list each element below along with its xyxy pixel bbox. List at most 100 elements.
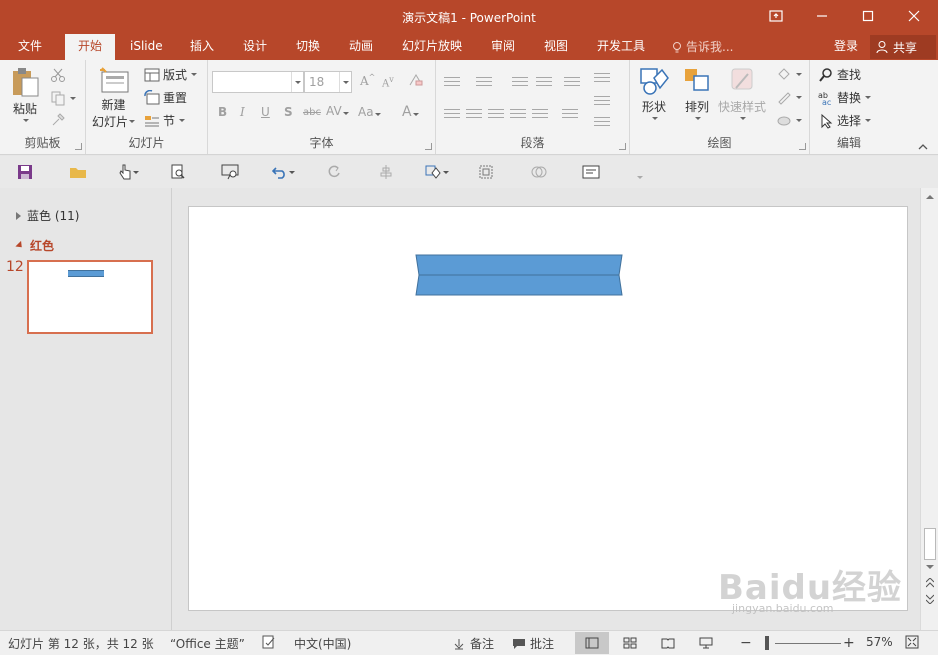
share-button[interactable]: 共享 (870, 35, 936, 59)
vertical-scrollbar[interactable] (920, 188, 938, 630)
print-preview-button[interactable] (170, 163, 190, 181)
distributed-icon[interactable] (532, 106, 548, 120)
copy-button[interactable] (50, 90, 76, 106)
decrease-indent-icon[interactable] (512, 74, 528, 88)
line-spacing-icon[interactable] (564, 74, 580, 88)
clear-format-button[interactable] (408, 73, 424, 90)
zoom-level[interactable]: 57% (866, 635, 893, 649)
font-color-button[interactable]: A (402, 104, 419, 120)
numbering-icon[interactable] (476, 74, 492, 88)
align-left-icon[interactable] (444, 106, 460, 120)
tab-islide[interactable]: iSlide (122, 34, 171, 60)
slideshow-button[interactable] (221, 163, 241, 181)
bold-button[interactable]: B (218, 105, 227, 119)
scroll-up-icon[interactable] (926, 193, 934, 201)
notes-button[interactable]: 备注 (452, 635, 494, 652)
ribbon-display-options-button[interactable] (762, 4, 790, 28)
section-blue[interactable]: 蓝色 (11) (16, 207, 79, 224)
paragraph-launcher[interactable] (619, 143, 626, 150)
align-center-icon[interactable] (466, 106, 482, 120)
section-red[interactable]: 红色 (15, 237, 54, 254)
previous-slide-icon[interactable] (926, 578, 934, 588)
redo-button[interactable] (326, 163, 346, 181)
clipboard-launcher[interactable] (75, 143, 82, 150)
spell-check-button[interactable] (262, 635, 276, 649)
next-slide-icon[interactable] (926, 594, 934, 604)
save-button[interactable] (17, 163, 37, 181)
tab-file[interactable]: 文件 (10, 34, 50, 60)
new-slide-button[interactable]: 新建 幻灯片 (92, 66, 136, 130)
tab-slideshow[interactable]: 幻灯片放映 (394, 34, 470, 60)
char-spacing-button[interactable]: AV (326, 104, 349, 118)
increase-indent-icon[interactable] (536, 74, 552, 88)
tab-developer[interactable]: 开发工具 (589, 34, 653, 60)
tab-home[interactable]: 开始 (65, 34, 115, 60)
customize-qat-button[interactable] (636, 168, 656, 186)
merge-shapes-button[interactable] (530, 163, 550, 181)
group-button[interactable] (478, 163, 498, 181)
paste-button[interactable]: 粘贴 (10, 66, 40, 122)
text-box-button[interactable] (582, 163, 602, 181)
font-name-box[interactable] (212, 71, 304, 93)
tell-me-box[interactable]: 告诉我... (672, 34, 733, 60)
align-right-icon[interactable] (488, 106, 504, 120)
slideshow-view-button[interactable] (689, 632, 723, 654)
shape-effects-button[interactable] (776, 112, 802, 128)
decrease-font-button[interactable]: Av (382, 75, 394, 89)
italic-button[interactable]: I (240, 105, 245, 119)
cut-button[interactable] (50, 67, 66, 83)
fit-to-window-button[interactable] (905, 635, 919, 649)
smartart-icon[interactable] (594, 114, 610, 128)
zoom-slider-thumb[interactable] (765, 636, 769, 650)
change-case-button[interactable]: Aa (358, 105, 381, 119)
quick-styles-button[interactable]: 快速样式 (718, 66, 766, 120)
open-button[interactable] (69, 163, 89, 181)
font-launcher[interactable] (425, 143, 432, 150)
slide-thumbnail[interactable] (27, 260, 153, 334)
align-objects-button[interactable] (378, 163, 398, 181)
columns-icon[interactable] (562, 106, 578, 120)
undo-button[interactable] (272, 163, 302, 181)
comments-button[interactable]: 批注 (512, 635, 554, 652)
find-button[interactable]: 查找 (818, 66, 861, 83)
tab-animations[interactable]: 动画 (341, 34, 381, 60)
touch-mode-button[interactable] (118, 163, 148, 181)
reading-view-button[interactable] (651, 632, 685, 654)
slide-sorter-button[interactable] (613, 632, 647, 654)
insert-shape-button[interactable] (424, 163, 454, 181)
language-indicator[interactable]: 中文(中国) (294, 635, 351, 652)
shape-outline-button[interactable] (776, 89, 802, 105)
maximize-button[interactable] (854, 4, 882, 28)
format-painter-button[interactable] (50, 112, 66, 128)
underline-button[interactable]: U (261, 105, 270, 119)
replace-button[interactable]: ab ac 替换 (818, 89, 872, 106)
tab-view[interactable]: 视图 (536, 34, 576, 60)
reset-button[interactable]: 重置 (144, 89, 187, 106)
zoom-in-button[interactable]: + (843, 635, 855, 651)
layout-button[interactable]: 版式 (144, 66, 198, 83)
strikethrough-button[interactable]: abc (303, 107, 321, 118)
scroll-thumb[interactable] (924, 528, 936, 560)
shadow-button[interactable]: S (284, 105, 293, 119)
tab-transitions[interactable]: 切换 (288, 34, 328, 60)
arrange-button[interactable]: 排列 (682, 66, 712, 120)
close-button[interactable] (900, 4, 928, 28)
normal-view-button[interactable] (575, 632, 609, 654)
font-size-box[interactable]: 18 (304, 71, 352, 93)
collapse-ribbon-button[interactable] (918, 140, 928, 154)
scroll-down-icon[interactable] (926, 563, 934, 571)
select-button[interactable]: 选择 (818, 112, 872, 129)
text-direction-icon[interactable] (594, 70, 610, 84)
bullets-icon[interactable] (444, 74, 460, 88)
tab-insert[interactable]: 插入 (182, 34, 222, 60)
shapes-button[interactable]: 形状 (638, 66, 670, 120)
zoom-slider-track[interactable] (775, 643, 841, 644)
tab-design[interactable]: 设计 (235, 34, 275, 60)
shape-fill-button[interactable] (776, 66, 802, 82)
sign-in-link[interactable]: 登录 (834, 34, 858, 60)
drawing-launcher[interactable] (799, 143, 806, 150)
tab-review[interactable]: 审阅 (483, 34, 523, 60)
section-button[interactable]: 节 (144, 112, 186, 129)
zoom-out-button[interactable]: − (740, 635, 752, 651)
justify-icon[interactable] (510, 106, 526, 120)
